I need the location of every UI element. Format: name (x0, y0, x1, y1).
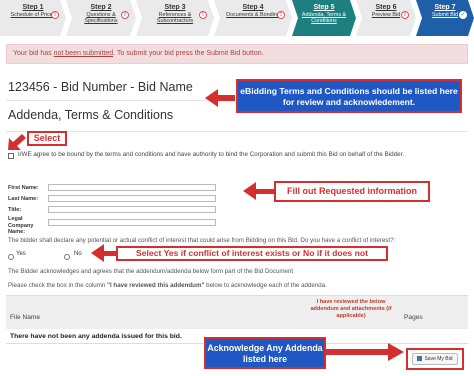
step-number: Step 1 (22, 4, 44, 11)
step-number: Step 2 (90, 4, 112, 11)
alert-text-2: . To submit your bid press the Submit Bi… (113, 50, 264, 57)
conflict-yes-label: Yes (16, 251, 26, 257)
last-name-field[interactable] (48, 195, 216, 202)
warning-icon: ! (121, 11, 129, 19)
warning-icon: ! (51, 11, 59, 19)
first-name-field[interactable] (48, 184, 216, 191)
step-2-questions[interactable]: Step 2 Questions & Specifications ! (66, 0, 136, 36)
step-label: Addenda, Terms & Conditions (301, 12, 347, 25)
step-number: Step 6 (375, 4, 397, 11)
save-button-highlight: Save My Bid (406, 348, 464, 370)
step-3-references[interactable]: Step 3 References & Subcontractors ! (136, 0, 214, 36)
conflict-question: The bidder shall declare any potential o… (8, 237, 396, 244)
step-number: Step 5 (313, 4, 335, 11)
step-6-preview-bid[interactable]: Step 6 Preview Bid ! (356, 0, 416, 36)
divider (6, 131, 468, 132)
warning-icon: ! (199, 11, 207, 19)
arrow-shaft (256, 189, 274, 194)
title-field[interactable] (48, 206, 216, 213)
step-number: Step 3 (164, 4, 186, 11)
col-pages: Pages (404, 314, 423, 321)
conflict-yes-radio[interactable] (8, 254, 14, 260)
check-icon: ✓ (460, 12, 466, 18)
check-instruction-pre: Please check the box in the column (8, 282, 108, 289)
conflict-annotation: Select Yes if conflict of interest exist… (116, 246, 388, 261)
alert-text-1: Your bid has (13, 50, 54, 57)
empty-row-text: There have not been any addenda issued f… (10, 333, 182, 340)
step-wizard: Step 1 Schedule of Prices ! Step 2 Quest… (0, 0, 474, 36)
agreement-text: I/WE agree to be bound by the terms and … (18, 151, 405, 158)
section-title: Addenda, Terms & Conditions (8, 108, 174, 122)
save-icon (417, 356, 423, 361)
step-4-documents[interactable]: Step 4 Documents & Bonding ! (214, 0, 292, 36)
step-number: Step 4 (242, 4, 264, 11)
step-number: Step 7 (434, 4, 456, 11)
last-name-label: Last Name: (8, 196, 39, 202)
check-instruction-post: below to acknowledge each of the addenda… (204, 282, 327, 289)
arrow-left-icon (91, 244, 104, 262)
col-reviewed: I have reviewed the below addendum and a… (310, 299, 392, 319)
step-5-addenda-terms[interactable]: Step 5 Addenda, Terms & Conditions (292, 0, 356, 36)
arrow-left-icon (205, 89, 218, 107)
arrow-right-icon (326, 343, 404, 361)
title-label: Title: (8, 207, 22, 213)
not-submitted-alert: Your bid has not been submitted. To subm… (6, 44, 468, 64)
save-button-label: Save My Bid (424, 356, 453, 362)
warning-icon: ! (401, 11, 409, 19)
arrow-shaft (217, 95, 235, 101)
legal-company-field[interactable] (48, 219, 216, 226)
bid-title: 123456 - Bid Number - Bid Name (8, 80, 193, 94)
terms-annotation: eBidding Terms and Conditions should be … (236, 79, 462, 113)
agree-terms-checkbox[interactable] (8, 153, 14, 159)
col-file-name: File Name (10, 314, 41, 321)
addendum-ack-text: The Bidder acknowledges and agrees that … (8, 268, 294, 275)
warning-icon: ! (277, 11, 285, 19)
conflict-no-label: No (74, 251, 82, 257)
addenda-table-header: File Name I have reviewed the below adde… (6, 295, 468, 329)
conflict-no-radio[interactable] (64, 254, 70, 260)
check-instruction: Please check the box in the column "I ha… (8, 282, 327, 289)
save-my-bid-button[interactable]: Save My Bid (412, 353, 458, 365)
first-name-label: First Name: (8, 185, 39, 191)
step-1-schedule-of-prices[interactable]: Step 1 Schedule of Prices ! (0, 0, 66, 36)
arrow-down-left-icon (8, 134, 26, 150)
fill-annotation: Fill out Requested information (274, 181, 430, 202)
step-7-submit-bid[interactable]: Step 7 Submit Bid ✓ (416, 0, 474, 36)
acknowledge-annotation: Acknowledge Any Addenda listed here (204, 337, 326, 369)
legal-company-label: Legal Company Name: (8, 216, 34, 235)
arrow-left-icon (243, 182, 256, 200)
select-annotation: Select (27, 131, 67, 146)
check-instruction-bold: "I have reviewed this addendum" (107, 282, 205, 289)
arrow-shaft (103, 251, 116, 256)
divider (6, 100, 228, 101)
alert-text-underlined: not been submitted (53, 50, 114, 57)
